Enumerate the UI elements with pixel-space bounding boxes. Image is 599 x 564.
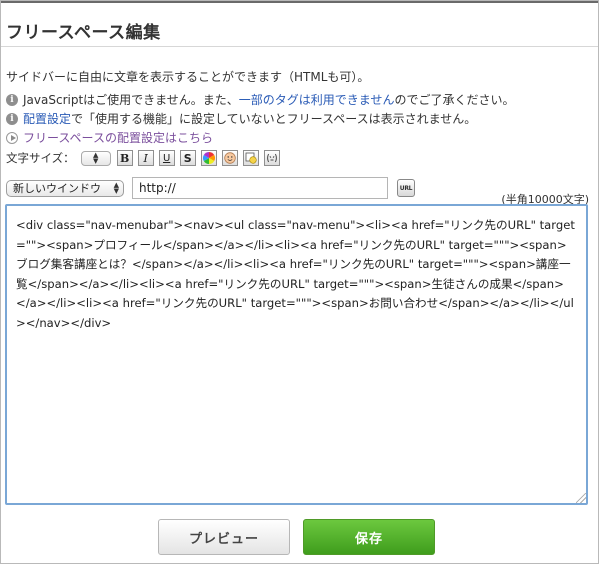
italic-button[interactable]: I xyxy=(137,150,154,166)
resize-grip-icon[interactable] xyxy=(576,493,586,503)
unsupported-tags-link[interactable]: 一部のタグは利用できません xyxy=(239,91,395,108)
font-size-label: 文字サイズ： xyxy=(6,151,75,165)
intro-text: サイドバーに自由に文章を表示することができます（HTMLも可）。 xyxy=(6,70,370,84)
decoration-icon xyxy=(245,152,257,164)
url-input[interactable] xyxy=(132,177,388,199)
link-target-value: 新しいウインドウ xyxy=(13,182,101,195)
format-toolbar: 文字サイズ： ▲ ▼ B I U S xyxy=(6,150,285,166)
link-insert-row: 新しいウインドウ ▲▼ URL xyxy=(6,177,415,199)
underline-button[interactable]: U xyxy=(158,150,175,166)
placement-settings-link[interactable]: 配置設定 xyxy=(23,110,71,127)
emoji-button[interactable] xyxy=(221,150,238,166)
strikethrough-button[interactable]: S xyxy=(179,150,196,166)
font-size-select[interactable]: ▲ ▼ xyxy=(80,150,111,166)
color-picker-button[interactable] xyxy=(200,150,217,166)
emoticon-icon xyxy=(266,153,277,163)
decoration-button[interactable] xyxy=(242,150,259,166)
info-icon: i xyxy=(6,112,18,125)
link-target-select[interactable]: 新しいウインドウ ▲ ▼ xyxy=(6,179,124,197)
freespace-editor[interactable]: <div class="nav-menubar"><nav><ul class=… xyxy=(5,204,588,505)
smiley-face-icon xyxy=(223,152,236,164)
insert-url-button[interactable]: URL xyxy=(397,179,415,197)
url-button-label: URL xyxy=(399,184,413,192)
javascript-notice-text: JavaScriptはご使用できません。また、 xyxy=(23,93,239,107)
placement-settings-row: フリースペースの配置設定はこちら xyxy=(6,129,213,146)
save-button[interactable]: 保存 xyxy=(303,519,435,555)
placement-notice: i 配置設定 で「使用する機能」に設定していないとフリースペースは表示されません。 xyxy=(6,110,476,127)
info-icon: i xyxy=(6,93,18,106)
bold-button[interactable]: B xyxy=(116,150,133,166)
updown-arrows-icon: ▲ ▼ xyxy=(113,181,119,195)
javascript-notice-suffix: のでご了承ください。 xyxy=(394,93,515,107)
updown-arrows-icon: ▲ ▼ xyxy=(92,151,99,165)
placement-notice-text: で「使用する機能」に設定していないとフリースペースは表示されません。 xyxy=(71,112,477,126)
preview-button[interactable]: プレビュー xyxy=(158,519,290,555)
emoticon-button[interactable] xyxy=(263,150,280,166)
javascript-notice: i JavaScriptはご使用できません。また、 一部のタグは利用できません ので… xyxy=(6,91,514,108)
freespace-placement-link[interactable]: フリースペースの配置設定はこちら xyxy=(23,129,213,146)
color-wheel-icon xyxy=(202,152,215,164)
page-title: フリースペース編集 xyxy=(6,23,161,43)
title-divider xyxy=(1,46,598,47)
top-border xyxy=(1,1,598,3)
arrow-circle-icon xyxy=(6,131,18,144)
